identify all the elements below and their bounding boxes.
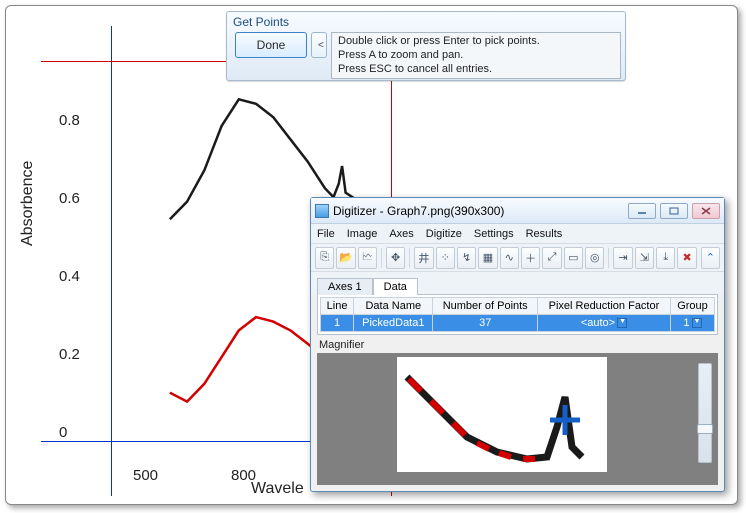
tool-pickpts-icon[interactable]: ⁘ [436, 247, 455, 269]
y-axis-label: Absorbence [19, 161, 37, 246]
table-row[interactable]: 1 PickedData1 37 <auto> 1 [321, 315, 715, 332]
menu-digitize[interactable]: Digitize [426, 228, 462, 240]
menu-settings[interactable]: Settings [474, 228, 514, 240]
tool-addpt-icon[interactable]: ＋ [521, 247, 540, 269]
get-points-title: Get Points [227, 12, 625, 32]
app-icon [315, 204, 329, 218]
xtick-1: 800 [231, 467, 256, 484]
menubar: File Image Axes Digitize Settings Result… [311, 224, 724, 244]
col-group[interactable]: Group [670, 298, 714, 315]
menu-results[interactable]: Results [526, 228, 563, 240]
window-title: Digitizer - Graph7.png(390x300) [333, 204, 624, 218]
tool-open-icon[interactable]: 📂 [336, 247, 355, 269]
hint-line-1: Double click or press Enter to pick poin… [338, 35, 614, 49]
tool-rect-icon[interactable]: ▭ [564, 247, 583, 269]
tool-import-icon[interactable]: ⎘ [315, 247, 334, 269]
data-grid: Line Data Name Number of Points Pixel Re… [317, 294, 718, 335]
get-points-hint: Double click or press Enter to pick poin… [331, 32, 621, 79]
tool-area-icon[interactable]: ▦ [478, 247, 497, 269]
cell-line[interactable]: 1 [321, 315, 354, 332]
menu-axes[interactable]: Axes [389, 228, 413, 240]
hint-line-2: Press A to zoom and pan. [338, 49, 614, 63]
maximize-button[interactable] [660, 203, 688, 219]
cell-dataname[interactable]: PickedData1 [354, 315, 433, 332]
ytick-1: 0.2 [59, 346, 80, 363]
cell-numpts[interactable]: 37 [433, 315, 537, 332]
zoom-thumb[interactable] [697, 424, 713, 434]
tool-delete-icon[interactable]: ✖ [677, 247, 696, 269]
hint-line-3: Press ESC to cancel all entries. [338, 63, 614, 77]
ytick-2: 0.4 [59, 268, 80, 285]
col-numpts[interactable]: Number of Points [433, 298, 537, 315]
toolbar: ⎘ 📂 🗠 ✥ 井 ⁘ ↯ ▦ ∿ ＋ ⤢ ▭ ◎ ⇥ ⇲ ⤓ ✖ ⌃ [311, 244, 724, 272]
tool-move-icon[interactable]: ✥ [386, 247, 405, 269]
magnifier-panel [317, 353, 718, 485]
table-header: Line Data Name Number of Points Pixel Re… [321, 298, 715, 315]
titlebar[interactable]: Digitizer - Graph7.png(390x300) [311, 198, 724, 224]
magnifier-view[interactable] [397, 357, 607, 472]
tool-target-icon[interactable]: ◎ [585, 247, 604, 269]
close-button[interactable] [692, 203, 720, 219]
col-dataname[interactable]: Data Name [354, 298, 433, 315]
prf-dropdown-icon[interactable] [617, 318, 627, 328]
tool-chart-icon[interactable]: 🗠 [358, 247, 377, 269]
stage: Absorbence Wavele 0 0.2 0.4 0.6 0.8 500 … [5, 5, 738, 505]
tool-exportp-icon[interactable]: ⤓ [656, 247, 675, 269]
tool-trace-icon[interactable]: ∿ [500, 247, 519, 269]
menu-image[interactable]: Image [347, 228, 378, 240]
group-dropdown-icon[interactable] [692, 318, 702, 328]
tool-export2-icon[interactable]: ⇲ [635, 247, 654, 269]
col-line[interactable]: Line [321, 298, 354, 315]
tab-axes1[interactable]: Axes 1 [317, 278, 373, 295]
done-button[interactable]: Done [235, 32, 307, 58]
tabstrip: Axes 1 Data [311, 272, 724, 294]
xtick-0: 500 [133, 467, 158, 484]
ytick-0: 0 [59, 424, 67, 441]
digitizer-window: Digitizer - Graph7.png(390x300) File Ima… [310, 197, 725, 492]
ytick-4: 0.8 [59, 112, 80, 129]
tool-autoline-icon[interactable]: ↯ [457, 247, 476, 269]
tab-data[interactable]: Data [373, 278, 418, 295]
tool-collapse-icon[interactable]: ⌃ [701, 247, 720, 269]
collapse-button[interactable]: < [311, 32, 327, 58]
col-prf[interactable]: Pixel Reduction Factor [537, 298, 670, 315]
tool-grid-icon[interactable]: 井 [414, 247, 433, 269]
cell-prf[interactable]: <auto> [537, 315, 670, 332]
cell-group[interactable]: 1 [670, 315, 714, 332]
zoom-slider[interactable] [698, 363, 712, 463]
menu-file[interactable]: File [317, 228, 335, 240]
minimize-button[interactable] [628, 203, 656, 219]
x-axis-label: Wavele [251, 480, 304, 498]
tool-scale-icon[interactable]: ⤢ [542, 247, 561, 269]
ytick-3: 0.6 [59, 190, 80, 207]
tool-export-icon[interactable]: ⇥ [613, 247, 632, 269]
magnifier-label: Magnifier [311, 335, 724, 351]
get-points-popover: Get Points Done < Double click or press … [226, 11, 626, 81]
